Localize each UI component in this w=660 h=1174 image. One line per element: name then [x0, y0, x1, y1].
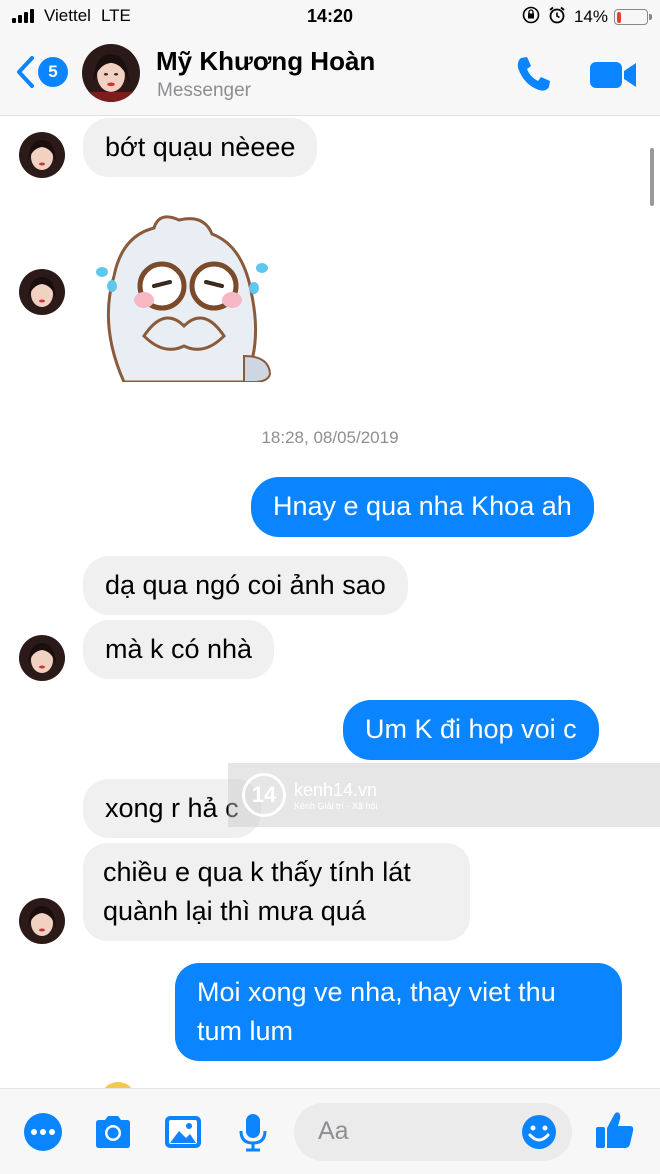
emoji-icon[interactable]	[520, 1113, 558, 1151]
microphone-icon[interactable]	[232, 1111, 274, 1153]
contact-name[interactable]: Mỹ Khương Hoàn	[156, 46, 375, 77]
watermark-logo: 14	[242, 773, 286, 817]
outgoing-message[interactable]: Moi xong ve nha, thay viet thu tum lum	[175, 963, 622, 1061]
crying-bear-sticker[interactable]	[84, 206, 274, 382]
composer-bar: Aa	[0, 1088, 660, 1174]
message-input-placeholder: Aa	[318, 1117, 349, 1145]
message-line: Moi xong ve nha, thay viet thu	[197, 977, 556, 1007]
chevron-left-icon	[17, 56, 34, 88]
sender-avatar[interactable]	[19, 635, 65, 681]
outgoing-message[interactable]: Um K đi hop voi c	[343, 700, 599, 760]
sender-avatar[interactable]	[19, 269, 65, 315]
battery-percent: 14%	[573, 7, 608, 26]
orientation-lock-icon	[522, 6, 540, 28]
more-icon[interactable]	[22, 1111, 64, 1153]
thumbs-up-icon[interactable]	[594, 1109, 636, 1151]
incoming-message[interactable]: bớt quạu nèeee	[83, 118, 318, 177]
phone-call-icon[interactable]	[512, 54, 556, 94]
watermark-brand: kenh14.vn	[294, 779, 378, 800]
scrollbar[interactable]	[650, 148, 654, 206]
incoming-message[interactable]: chiều e qua k thấy tính lát quành lại th…	[83, 843, 470, 941]
unread-count-badge: 5	[38, 57, 68, 87]
contact-subtitle: Messenger	[157, 80, 251, 101]
message-line: quành lại thì mưa quá	[103, 896, 366, 926]
alarm-icon	[548, 6, 566, 28]
status-right: 14%	[522, 6, 652, 28]
message-input[interactable]: Aa	[294, 1103, 572, 1161]
sender-avatar[interactable]	[19, 898, 65, 944]
status-bar: Viettel LTE 14:20 14%	[0, 0, 660, 34]
message-line: chiều e qua k thấy tính lát	[103, 857, 411, 887]
outgoing-message[interactable]: Hnay e qua nha Khoa ah	[251, 477, 594, 537]
battery-level	[616, 11, 621, 23]
incoming-message[interactable]: mà k có nhà	[83, 620, 275, 679]
camera-icon[interactable]	[92, 1111, 134, 1153]
message-list[interactable]: bớt quạu nèeee 18:28, 08/05/2019 Hnay e …	[0, 117, 660, 1088]
contact-avatar[interactable]	[82, 44, 140, 102]
watermark-tagline: Kênh Giải trí - Xã hội	[294, 800, 378, 811]
conversation-header: 5 Mỹ Khương Hoàn Messenger	[0, 34, 660, 116]
sender-avatar[interactable]	[19, 132, 65, 178]
video-call-icon[interactable]	[588, 58, 638, 92]
back-button[interactable]: 5	[14, 54, 68, 90]
incoming-message[interactable]: dạ qua ngó coi ảnh sao	[83, 556, 408, 615]
battery-icon	[614, 9, 652, 25]
message-line: tum lum	[197, 1016, 294, 1046]
watermark: 14 kenh14.vn Kênh Giải trí - Xã hội	[228, 763, 660, 827]
message-timestamp: 18:28, 08/05/2019	[261, 428, 399, 447]
gallery-icon[interactable]	[162, 1111, 204, 1153]
